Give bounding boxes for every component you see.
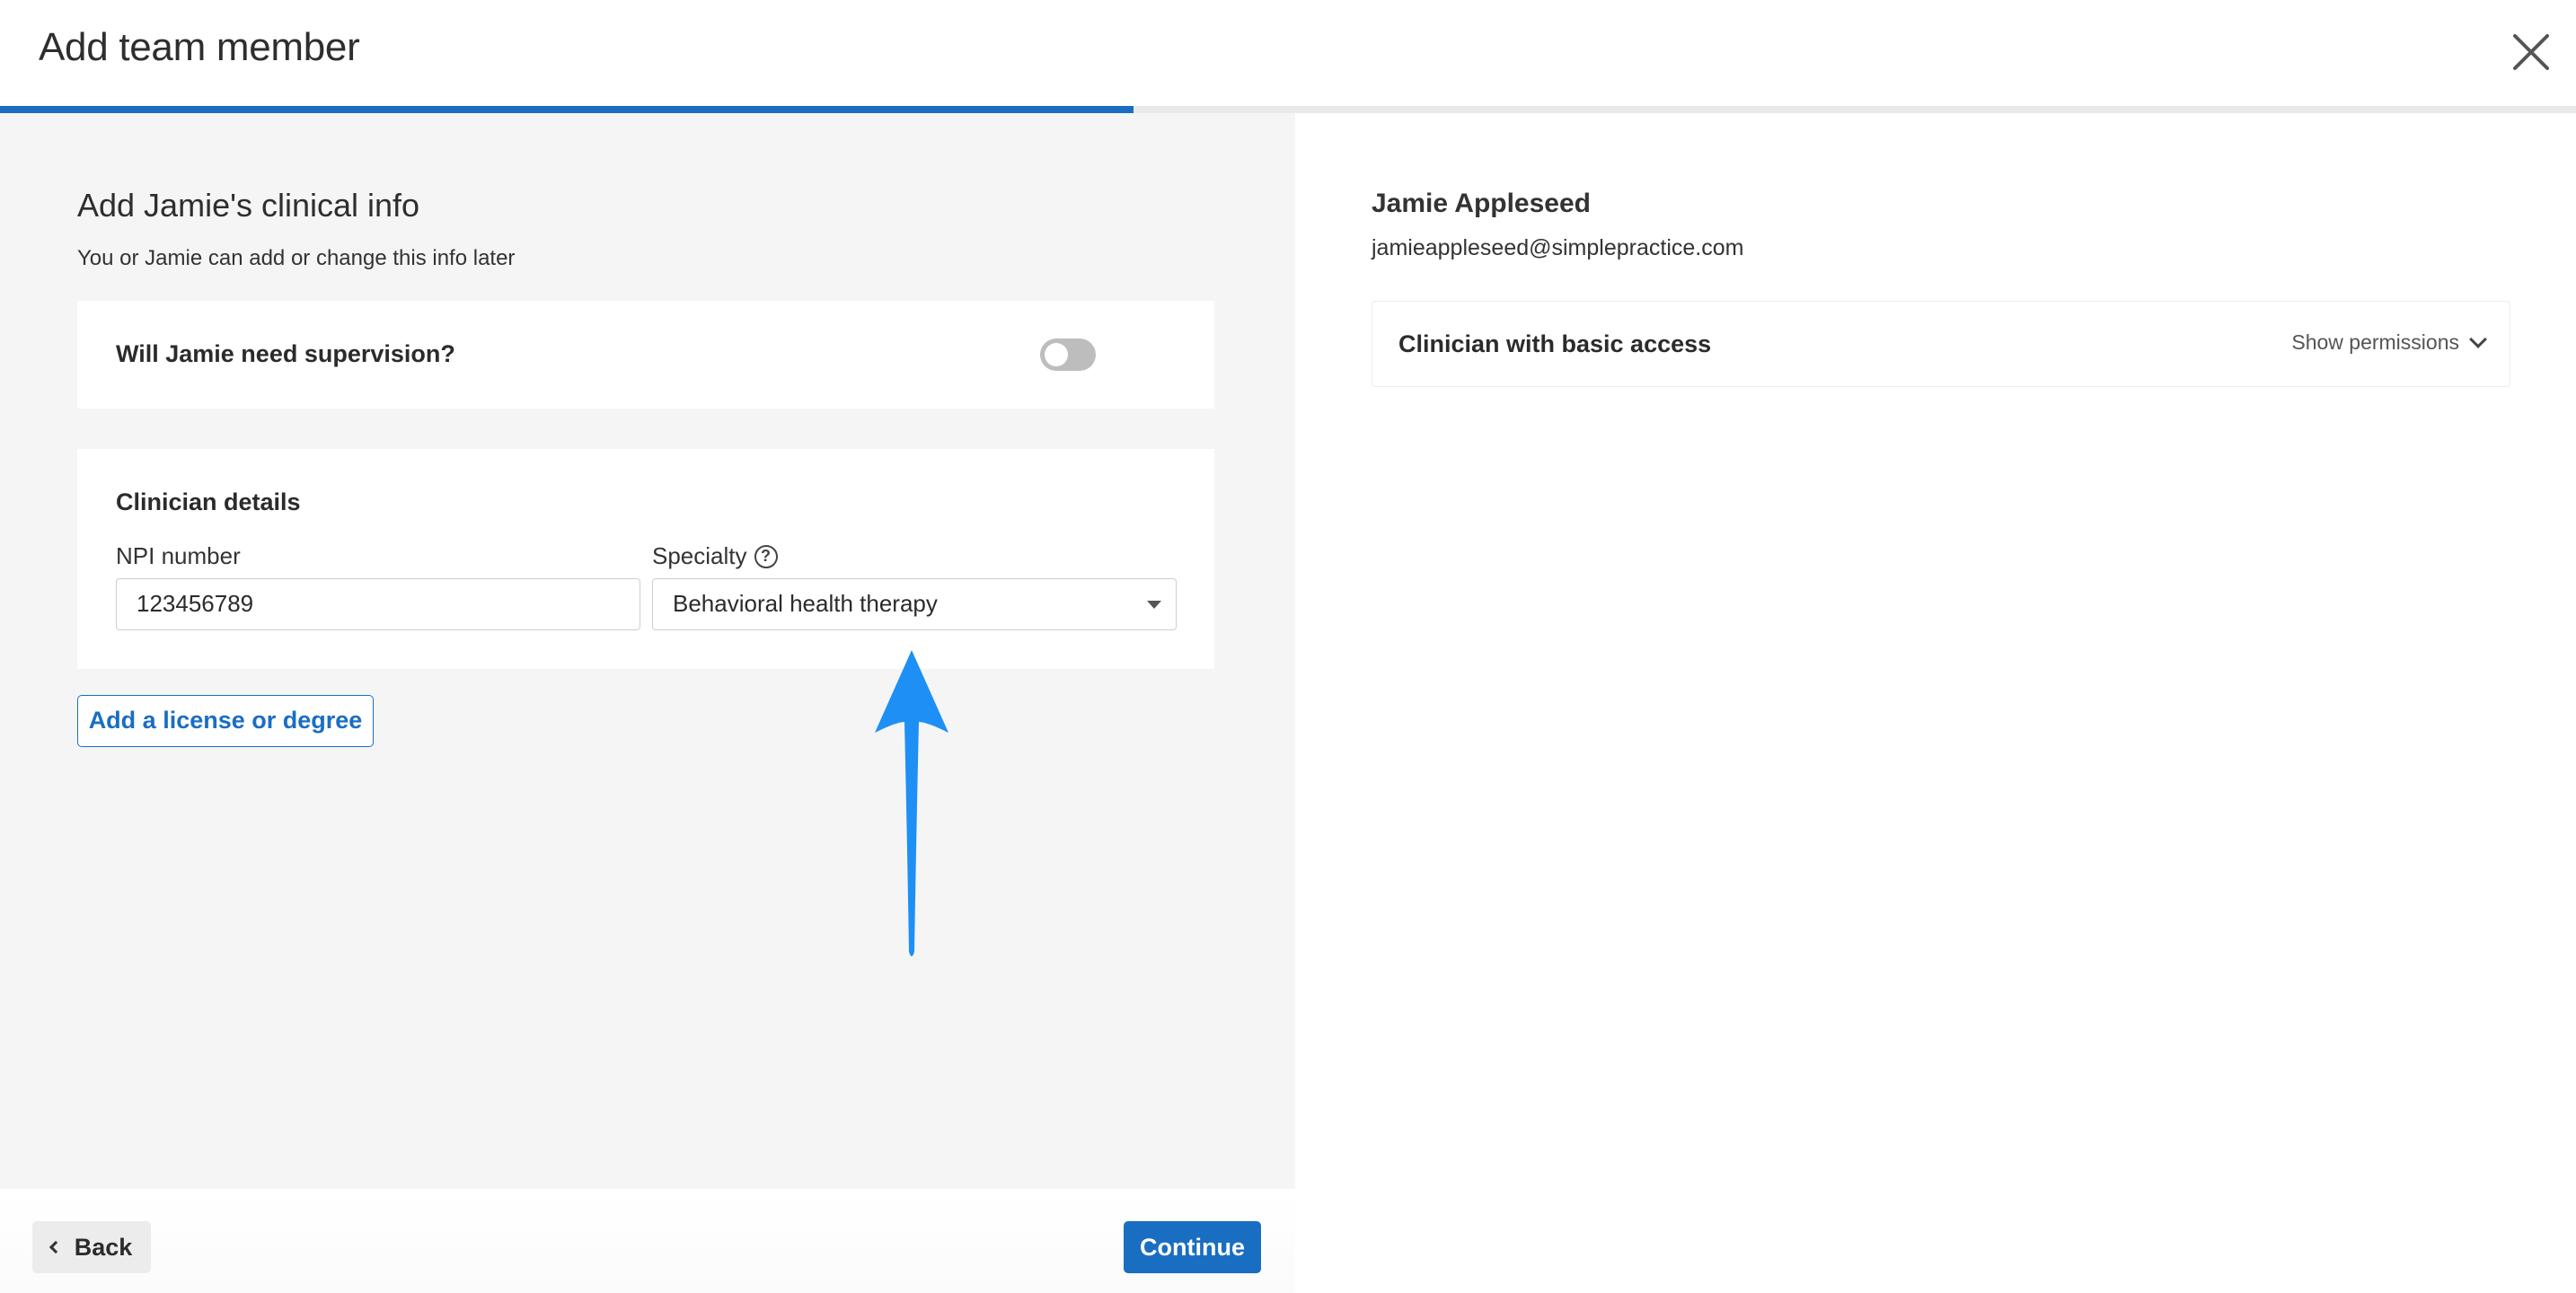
clinician-details-title: Clinician details [116,488,301,515]
npi-number-input[interactable]: 123456789 [116,578,640,630]
show-permissions-toggle[interactable]: Show permissions [2291,330,2487,355]
question-circle-icon[interactable]: ? [754,544,778,568]
role-label: Clinician with basic access [1398,330,1712,357]
back-button-label: Back [74,1233,133,1261]
footer-bar: Back Continue [0,1189,1295,1293]
clinician-details-card: Clinician details NPI number Specialty ?… [77,449,1214,669]
modal-header: Add team member [0,0,2576,113]
role-card: Clinician with basic access Show permiss… [1372,301,2510,387]
progress-bar [0,106,2576,113]
page-title: Add team member [39,25,360,69]
caret-down-icon [1147,601,1161,609]
specialty-select[interactable]: Behavioral health therapy [652,578,1177,630]
toggle-knob [1045,343,1068,366]
section-subtitle: You or Jamie can add or change this info… [77,246,516,270]
continue-button[interactable]: Continue [1124,1221,1261,1273]
annotation-arrow-icon [875,650,948,956]
close-icon[interactable] [2511,32,2551,72]
supervision-label: Will Jamie need supervision? [116,340,455,367]
supervision-toggle[interactable] [1040,339,1096,371]
add-license-button[interactable]: Add a license or degree [77,695,374,747]
supervision-card: Will Jamie need supervision? [77,301,1214,409]
specialty-selected-value: Behavioral health therapy [673,590,938,617]
specialty-label-group: Specialty ? [652,542,778,570]
npi-label: NPI number [116,542,241,569]
member-email: jamieappleseed@simplepractice.com [1372,235,1744,260]
section-title: Add Jamie's clinical info [77,187,420,224]
member-summary-panel: Jamie Appleseed jamieappleseed@simplepra… [1295,113,2576,1293]
chevron-left-icon [49,1240,62,1254]
back-button[interactable]: Back [32,1221,151,1273]
specialty-label: Specialty [652,542,747,569]
member-name: Jamie Appleseed [1372,189,1591,218]
clinical-info-panel: Add Jamie's clinical info You or Jamie c… [0,113,1295,1189]
chevron-down-icon [2469,330,2487,348]
progress-bar-fill [0,106,1134,113]
show-permissions-label: Show permissions [2291,330,2459,354]
